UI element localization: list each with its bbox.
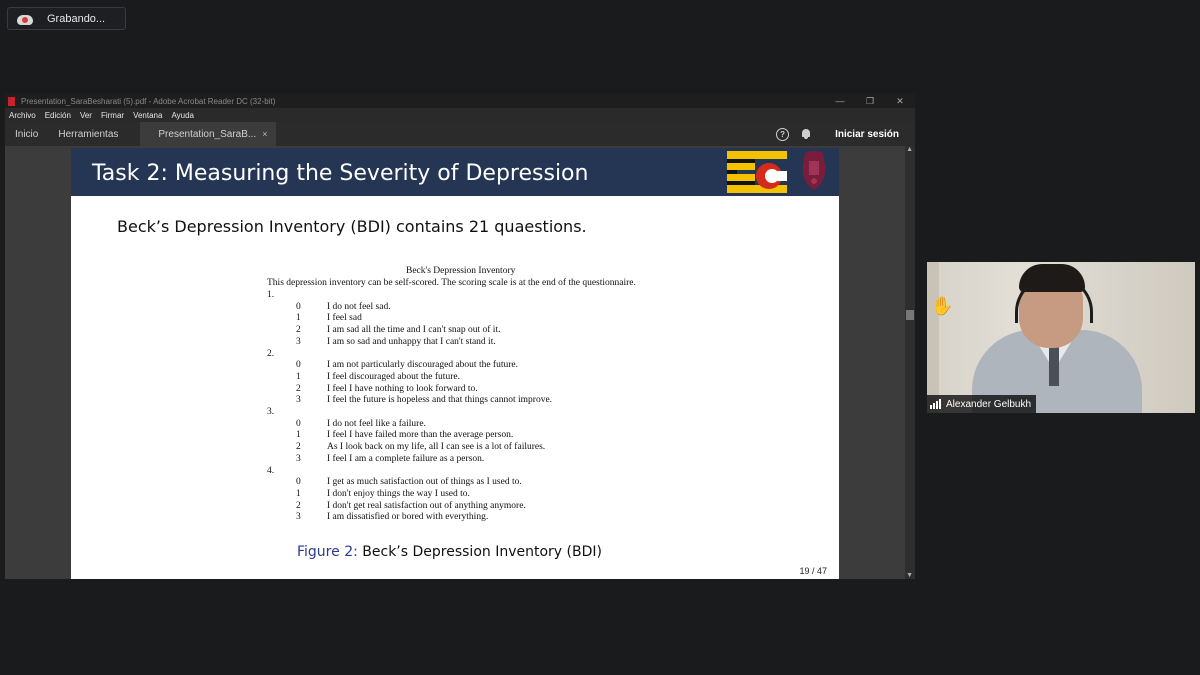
scroll-up-icon[interactable]: ▲ [906, 146, 913, 153]
bdi-option-score: 0 [296, 360, 301, 371]
bdi-option-score: 2 [296, 500, 301, 511]
bdi-option-text: As I look back on my life, all I can see… [327, 442, 546, 453]
close-window-button[interactable]: ✕ [885, 94, 915, 108]
pdf-file-icon [8, 96, 15, 106]
pdf-page: Task 2: Measuring the Severity of Depres… [71, 148, 839, 579]
menu-firmar[interactable]: Firmar [101, 111, 124, 120]
bdi-option-score: 0 [296, 477, 301, 488]
bdi-title: Beck's Depression Inventory [406, 266, 516, 276]
menu-edicion[interactable]: Edición [45, 111, 71, 120]
document-viewport[interactable]: Task 2: Measuring the Severity of Depres… [5, 146, 915, 579]
slide-subtitle: Beck’s Depression Inventory (BDI) contai… [117, 217, 587, 236]
menu-ventana[interactable]: Ventana [133, 111, 162, 120]
bdi-option-text: I feel discouraged about the future. [327, 371, 460, 382]
page-number: 19 / 47 [799, 566, 827, 576]
bdi-option-text: I do not feel sad. [327, 301, 391, 312]
signin-button[interactable]: Iniciar sesión [835, 129, 899, 140]
vertical-scrollbar[interactable]: ▲ ▼ [905, 146, 915, 579]
menu-ayuda[interactable]: Ayuda [171, 111, 194, 120]
recording-label: Grabando... [47, 12, 106, 25]
bdi-option-score: 1 [296, 371, 301, 382]
bdi-option-text: I don't get real satisfaction out of any… [327, 500, 526, 511]
cic-logo [727, 151, 787, 193]
tab-bar: Inicio Herramientas Presentation_SaraB..… [5, 122, 915, 147]
bdi-option-text: I feel I have failed more than the avera… [327, 430, 514, 441]
scroll-down-icon[interactable]: ▼ [906, 572, 913, 579]
bdi-option-score: 2 [296, 325, 301, 336]
bdi-intro: This depression inventory can be self-sc… [267, 278, 636, 288]
bdi-option-score: 3 [296, 512, 301, 523]
bdi-question-number: 4. [267, 465, 275, 476]
signal-strength-icon [930, 399, 942, 409]
slide-header: Task 2: Measuring the Severity of Depres… [71, 148, 839, 196]
bdi-option-text: I do not feel like a failure. [327, 418, 426, 429]
tab-inicio[interactable]: Inicio [5, 129, 48, 140]
bdi-option-score: 2 [296, 383, 301, 394]
bdi-option-score: 3 [296, 453, 301, 464]
bdi-option-score: 3 [296, 336, 301, 347]
tab-document[interactable]: Presentation_SaraB... × [140, 122, 276, 146]
slide-title: Task 2: Measuring the Severity of Depres… [92, 161, 589, 186]
bdi-option-text: I feel I am a complete failure as a pers… [327, 453, 485, 464]
close-tab-icon[interactable]: × [262, 129, 267, 139]
participant-name-tag: Alexander Gelbukh [927, 395, 1037, 413]
bdi-question-number: 1. [267, 290, 275, 300]
restore-button[interactable]: ❐ [855, 94, 885, 108]
acrobat-window: Presentation_SaraBesharati (5).pdf - Ado… [5, 94, 915, 579]
bdi-option-score: 1 [296, 488, 301, 499]
bdi-option-text: I am dissatisfied or bored with everythi… [327, 512, 489, 523]
tab-document-label: Presentation_SaraB... [158, 128, 257, 140]
tab-herramientas[interactable]: Herramientas [48, 129, 128, 140]
minimize-button[interactable]: — [825, 94, 855, 108]
bdi-option-score: 0 [296, 301, 301, 312]
bdi-option-text: I am sad all the time and I can't snap o… [327, 325, 501, 336]
figure-caption-text: Beck’s Depression Inventory (BDI) [357, 544, 602, 560]
bdi-option-text: I feel sad [327, 313, 362, 324]
bell-icon[interactable] [801, 129, 811, 139]
bdi-option-text: I don't enjoy things the way I used to. [327, 488, 470, 499]
bdi-option-text: I get as much satisfaction out of things… [327, 477, 522, 488]
bdi-option-score: 1 [296, 313, 301, 324]
figure-caption: Figure 2: Beck’s Depression Inventory (B… [297, 544, 602, 560]
participant-name: Alexander Gelbukh [946, 398, 1032, 410]
menu-archivo[interactable]: Archivo [9, 111, 36, 120]
bdi-option-score: 0 [296, 418, 301, 429]
bdi-option-text: I am so sad and unhappy that I can't sta… [327, 336, 496, 347]
participant-video[interactable]: ✋ Alexander Gelbukh [927, 262, 1195, 413]
figure-label: Figure 2: [297, 544, 358, 560]
scroll-thumb[interactable] [906, 310, 914, 320]
bdi-option-text: I am not particularly discouraged about … [327, 360, 518, 371]
cloud-recording-icon [17, 13, 33, 25]
help-icon[interactable]: ? [776, 127, 790, 141]
bdi-option-text: I feel I have nothing to look forward to… [327, 383, 478, 394]
recording-indicator[interactable]: Grabando... [7, 7, 126, 30]
menu-ver[interactable]: Ver [80, 111, 92, 120]
window-title: Presentation_SaraBesharati (5).pdf - Ado… [21, 96, 276, 106]
bdi-option-score: 1 [296, 430, 301, 441]
ipn-logo [802, 151, 826, 190]
bdi-question-number: 2. [267, 348, 275, 359]
menu-bar: Archivo Edición Ver Firmar Ventana Ayuda [5, 108, 915, 122]
bdi-option-score: 2 [296, 442, 301, 453]
raised-hand-icon: ✋ [931, 296, 954, 316]
bdi-option-text: I feel the future is hopeless and that t… [327, 395, 553, 406]
bdi-option-score: 3 [296, 395, 301, 406]
window-titlebar: Presentation_SaraBesharati (5).pdf - Ado… [5, 94, 915, 108]
bdi-question-number: 3. [267, 407, 275, 417]
